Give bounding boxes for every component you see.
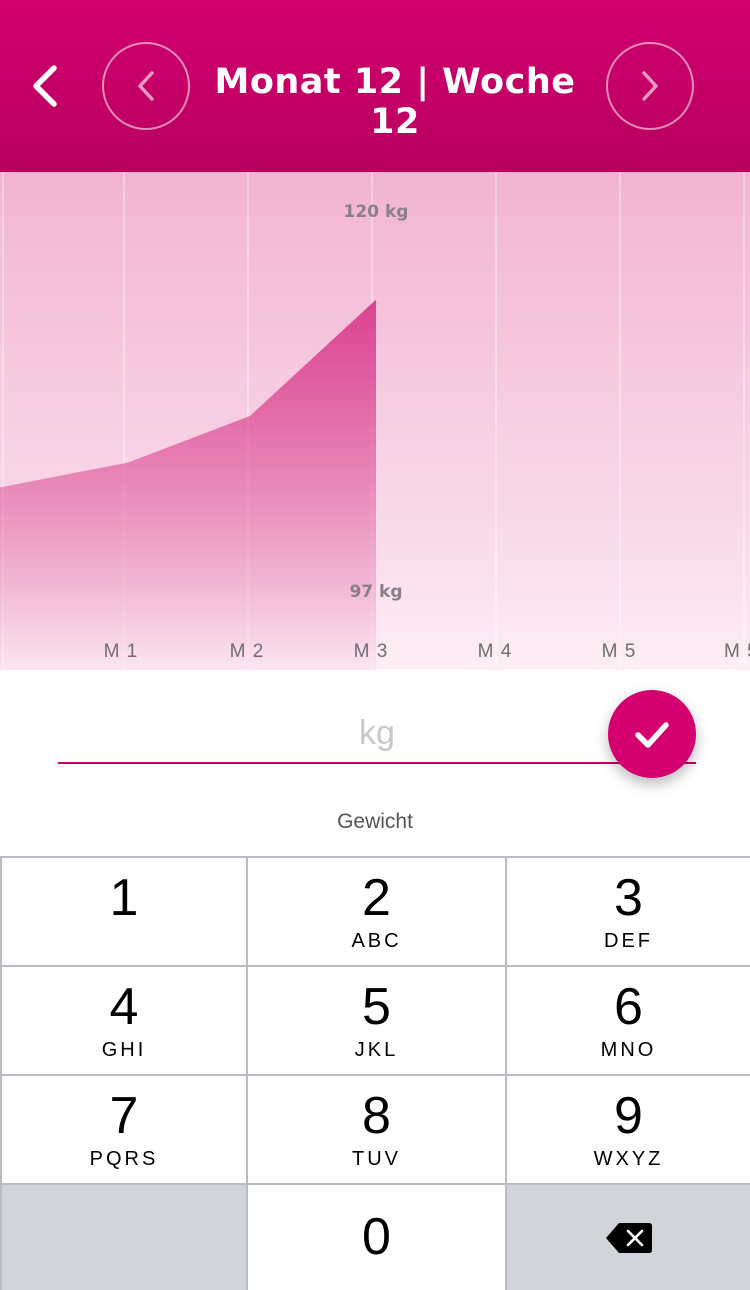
- key-7[interactable]: 7 PQRS: [2, 1076, 246, 1183]
- key-digit: 4: [109, 978, 139, 1036]
- period-title: Monat 12 | Woche 12: [214, 62, 576, 142]
- key-digit: 2: [362, 869, 391, 927]
- x-tick-label: M 4: [477, 641, 513, 662]
- key-1[interactable]: 1: [2, 858, 246, 965]
- key-letters: TUV: [352, 1148, 401, 1170]
- key-9[interactable]: 9 WXYZ: [507, 1076, 750, 1183]
- checkmark-icon: [635, 722, 669, 748]
- key-2[interactable]: 2 ABC: [248, 858, 505, 965]
- weight-entry: Gewicht: [0, 670, 750, 858]
- key-digit: 1: [109, 869, 139, 927]
- x-tick-label: M 5: [724, 641, 750, 662]
- key-6[interactable]: 6 MNO: [507, 967, 750, 1074]
- key-digit: 3: [614, 869, 643, 927]
- key-digit: 6: [614, 978, 643, 1036]
- key-letters: ABC: [351, 930, 402, 952]
- key-letters: WXYZ: [593, 1148, 664, 1170]
- key-digit: 7: [109, 1087, 139, 1145]
- key-5[interactable]: 5 JKL: [248, 967, 505, 1074]
- back-button[interactable]: [24, 54, 72, 118]
- key-digit: 9: [614, 1087, 643, 1145]
- key-letters: MNO: [600, 1039, 657, 1061]
- chevron-left-icon: [33, 65, 57, 107]
- backspace-icon: [605, 1222, 652, 1253]
- key-letters: DEF: [604, 930, 653, 952]
- top-bar: Monat 12 | Woche 12: [0, 0, 750, 172]
- key-empty: [2, 1185, 246, 1290]
- key-digit: 8: [362, 1087, 391, 1145]
- delete-key[interactable]: [507, 1185, 750, 1290]
- key-letters: JKL: [354, 1039, 399, 1061]
- chevron-left-icon: [138, 71, 154, 101]
- x-tick-label: M 3: [353, 641, 389, 662]
- confirm-button[interactable]: [608, 690, 696, 778]
- key-letters: PQRS: [89, 1148, 159, 1170]
- x-tick-label: M 1: [103, 641, 139, 662]
- weight-area-series: [0, 299, 376, 670]
- numeric-keypad: 1 2 ABC 3 DEF 4 GHI 5 JKL 6 MNO 7 PQRS 8…: [0, 856, 750, 1290]
- key-3[interactable]: 3 DEF: [507, 858, 750, 965]
- weight-label: Gewicht: [337, 810, 413, 833]
- x-tick-label: M 5: [601, 641, 637, 662]
- next-week-button[interactable]: [606, 42, 694, 130]
- key-8[interactable]: 8 TUV: [248, 1076, 505, 1183]
- weight-chart: 120 kg 97 kg M 1 M 2 M 3 M 4 M 5 M 5: [0, 172, 750, 670]
- key-letters: GHI: [101, 1039, 147, 1061]
- key-digit: 0: [362, 1208, 391, 1266]
- chevron-right-icon: [642, 71, 658, 101]
- key-4[interactable]: 4 GHI: [2, 967, 246, 1074]
- key-0[interactable]: 0: [248, 1185, 505, 1290]
- y-min-label: 97 kg: [349, 582, 403, 602]
- y-max-label: 120 kg: [343, 202, 409, 222]
- input-underline: [58, 762, 696, 764]
- x-tick-label: M 2: [229, 641, 265, 662]
- key-digit: 5: [362, 978, 391, 1036]
- previous-week-button[interactable]: [102, 42, 190, 130]
- weight-input[interactable]: [58, 704, 696, 762]
